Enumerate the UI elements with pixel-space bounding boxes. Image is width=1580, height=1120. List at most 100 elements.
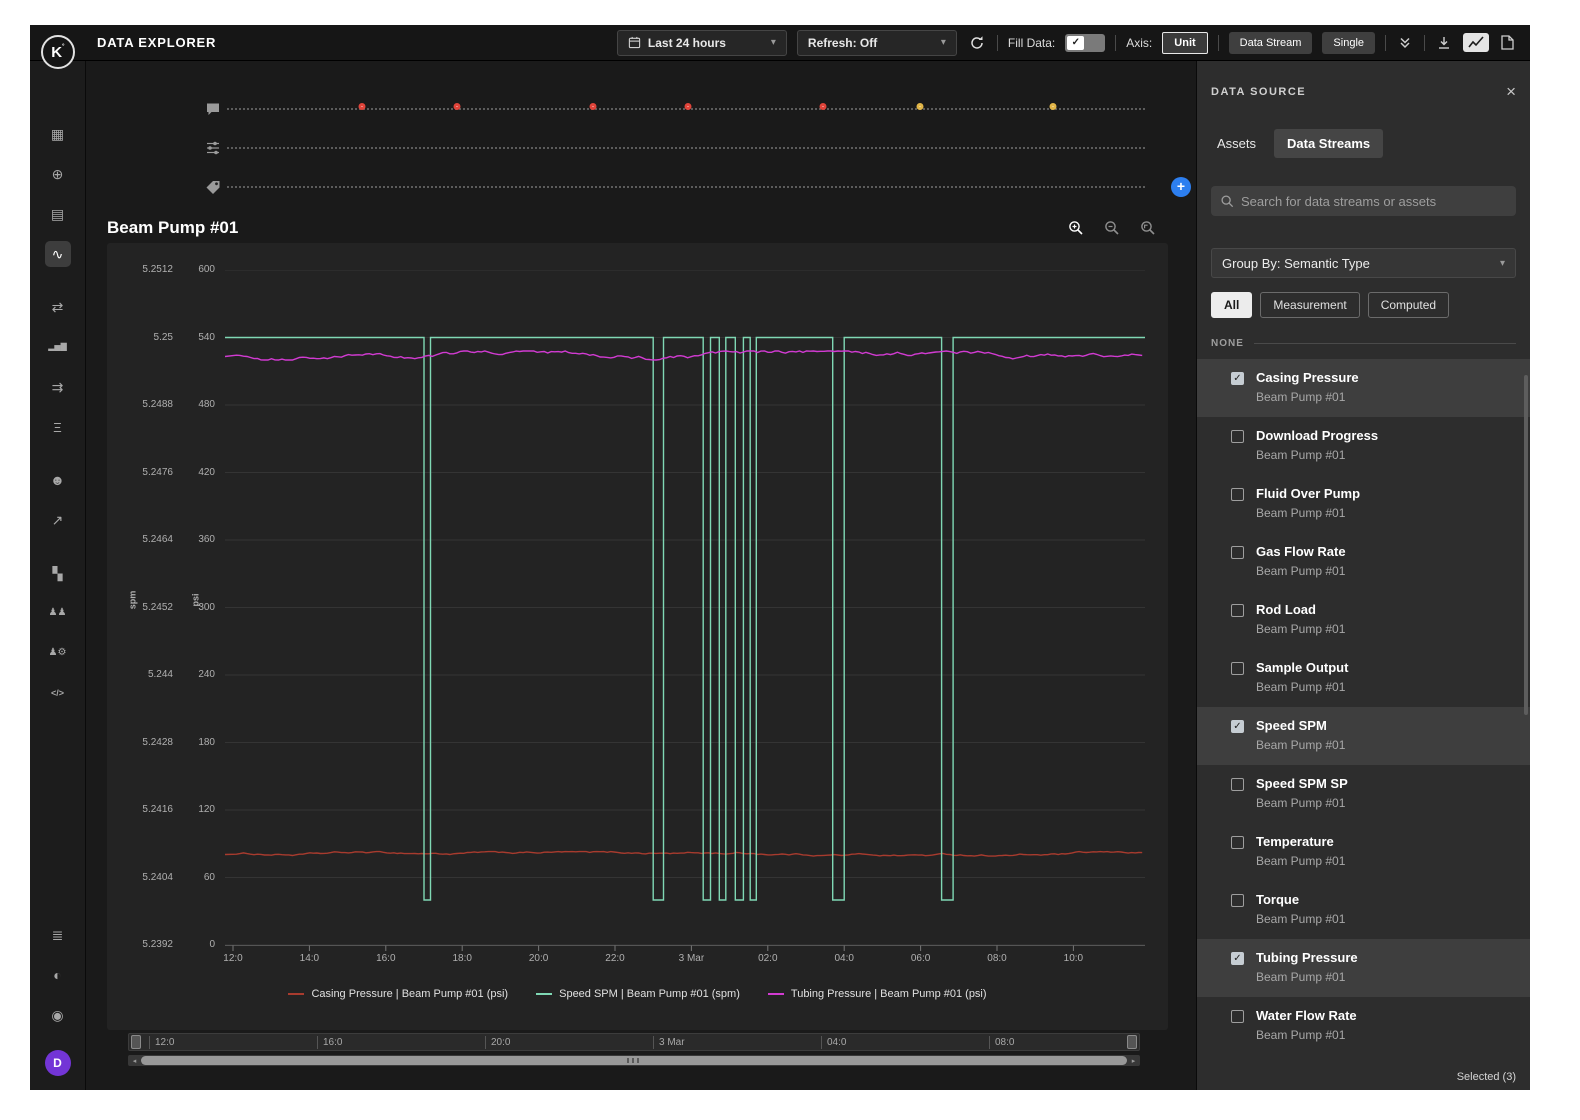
annotation-marker[interactable] bbox=[917, 103, 924, 110]
sidebar-item-code[interactable]: </> bbox=[45, 680, 71, 706]
annotation-lane-control-changes bbox=[205, 128, 1145, 167]
sidebar-item-insights[interactable]: ↗ bbox=[45, 507, 71, 533]
psi-axis-unit: psi bbox=[191, 593, 201, 606]
legend-item[interactable]: Tubing Pressure | Beam Pump #01 (psi) bbox=[768, 988, 987, 1000]
collapse-icon[interactable] bbox=[1396, 34, 1414, 52]
sidebar-item-pipelines[interactable]: ⇉ bbox=[45, 374, 71, 400]
timeline-bar[interactable]: 12:016:020:03 Mar04:008:0 bbox=[128, 1033, 1140, 1051]
scroll-left-icon[interactable]: ◂ bbox=[128, 1057, 141, 1065]
legend-item[interactable]: Speed SPM | Beam Pump #01 (spm) bbox=[536, 988, 740, 1000]
stream-checkbox[interactable] bbox=[1231, 778, 1244, 791]
spm-tick: 5.244 bbox=[117, 669, 173, 680]
stream-asset: Beam Pump #01 bbox=[1256, 506, 1360, 520]
stream-checkbox[interactable]: ✓ bbox=[1231, 372, 1244, 385]
stream-item[interactable]: ✓Tubing PressureBeam Pump #01 bbox=[1197, 939, 1530, 997]
stream-asset: Beam Pump #01 bbox=[1256, 680, 1348, 694]
fill-data-toggle[interactable]: ✓ bbox=[1065, 34, 1105, 52]
annotation-marker[interactable] bbox=[454, 103, 461, 110]
annotation-marker[interactable] bbox=[684, 103, 691, 110]
stream-item[interactable]: TemperatureBeam Pump #01 bbox=[1197, 823, 1530, 881]
stream-checkbox[interactable] bbox=[1231, 836, 1244, 849]
trend-toggle-icon[interactable] bbox=[1463, 33, 1489, 52]
legend-swatch bbox=[536, 993, 552, 995]
zoom-out-icon[interactable] bbox=[1102, 218, 1122, 238]
sidebar-item-user-settings[interactable]: ♟⚙ bbox=[45, 640, 71, 666]
filter-all[interactable]: All bbox=[1211, 292, 1252, 318]
sidebar-item-data-explorer[interactable]: ∿ bbox=[45, 241, 71, 267]
panel-scrollbar-thumb[interactable] bbox=[1524, 375, 1528, 715]
sidebar-item-language[interactable]: ◉ bbox=[45, 1002, 71, 1028]
app-window: K˚ DATA EXPLORER Last 24 hours ▾ Refresh… bbox=[30, 25, 1530, 1090]
sidebar-item-dashboards[interactable]: ▚ bbox=[45, 560, 71, 586]
stream-item[interactable]: Rod LoadBeam Pump #01 bbox=[1197, 591, 1530, 649]
sidebar-item-applications[interactable]: ▤ bbox=[45, 201, 71, 227]
close-icon[interactable]: × bbox=[1506, 85, 1516, 99]
report-icon[interactable] bbox=[1499, 33, 1516, 52]
stream-item[interactable]: Download ProgressBeam Pump #01 bbox=[1197, 417, 1530, 475]
add-annotation-button[interactable]: + bbox=[1171, 177, 1191, 197]
stream-checkbox[interactable] bbox=[1231, 430, 1244, 443]
zoom-in-icon[interactable] bbox=[1066, 218, 1086, 238]
annotation-marker[interactable] bbox=[358, 103, 365, 110]
stream-asset: Beam Pump #01 bbox=[1256, 564, 1346, 578]
tab-assets[interactable]: Assets bbox=[1211, 129, 1262, 158]
sidebar-item-globe[interactable]: ⊕ bbox=[45, 161, 71, 187]
user-avatar[interactable]: D bbox=[45, 1050, 71, 1076]
annotation-marker[interactable] bbox=[1050, 103, 1057, 110]
chart-plot[interactable] bbox=[225, 270, 1145, 960]
filter-computed[interactable]: Computed bbox=[1368, 292, 1449, 318]
sliders-icon bbox=[205, 140, 221, 156]
app-title: DATA EXPLORER bbox=[97, 35, 216, 50]
sidebar-item-analytics[interactable]: ▂▅▇ bbox=[45, 334, 71, 360]
refresh-icon[interactable] bbox=[967, 33, 987, 53]
annotation-marker[interactable] bbox=[590, 103, 597, 110]
stream-checkbox[interactable] bbox=[1231, 1010, 1244, 1023]
stream-item[interactable]: Speed SPM SPBeam Pump #01 bbox=[1197, 765, 1530, 823]
stream-item[interactable]: Fluid Over PumpBeam Pump #01 bbox=[1197, 475, 1530, 533]
scroll-right-icon[interactable]: ▸ bbox=[1127, 1057, 1140, 1065]
stream-checkbox[interactable]: ✓ bbox=[1231, 720, 1244, 733]
sidebar-item-smart-apps[interactable]: ☻ bbox=[45, 467, 71, 493]
stream-item[interactable]: TorqueBeam Pump #01 bbox=[1197, 881, 1530, 939]
support-icon: ◐ bbox=[53, 968, 61, 982]
stream-checkbox[interactable] bbox=[1231, 604, 1244, 617]
sidebar-item-documentation[interactable]: ≣ bbox=[45, 922, 71, 948]
sidebar-item-control-change[interactable]: ⇄ bbox=[45, 294, 71, 320]
app-logo[interactable]: K˚ bbox=[41, 35, 75, 69]
stream-item[interactable]: Water Flow RateBeam Pump #01 bbox=[1197, 997, 1530, 1055]
axis-unit-button[interactable]: Unit bbox=[1162, 32, 1207, 54]
annotation-marker[interactable] bbox=[819, 103, 826, 110]
stream-item[interactable]: Sample OutputBeam Pump #01 bbox=[1197, 649, 1530, 707]
time-range-dropdown[interactable]: Last 24 hours ▾ bbox=[617, 30, 787, 56]
psi-tick: 540 bbox=[183, 332, 215, 343]
stream-item[interactable]: ✓Casing PressureBeam Pump #01 bbox=[1197, 359, 1530, 417]
stream-checkbox[interactable] bbox=[1231, 894, 1244, 907]
scrollbar-thumb[interactable] bbox=[141, 1056, 1127, 1065]
timeline-right-handle[interactable] bbox=[1127, 1035, 1137, 1049]
language-icon: ◉ bbox=[51, 1008, 63, 1022]
single-button[interactable]: Single bbox=[1322, 32, 1375, 54]
control-change-icon: ⇄ bbox=[52, 300, 64, 314]
stream-checkbox[interactable] bbox=[1231, 488, 1244, 501]
zoom-reset-icon[interactable] bbox=[1138, 218, 1158, 238]
filter-measurement[interactable]: Measurement bbox=[1260, 292, 1359, 318]
stream-checkbox[interactable] bbox=[1231, 662, 1244, 675]
sidebar-item-connections[interactable]: Ξ bbox=[45, 414, 71, 440]
group-by-select[interactable]: Group By: Semantic Type ▾ bbox=[1211, 248, 1516, 278]
stream-checkbox[interactable]: ✓ bbox=[1231, 952, 1244, 965]
stream-item[interactable]: Gas Flow RateBeam Pump #01 bbox=[1197, 533, 1530, 591]
top-toolbar: DATA EXPLORER Last 24 hours ▾ Refresh: O… bbox=[30, 25, 1530, 61]
sidebar-item-support[interactable]: ◐ bbox=[45, 962, 71, 988]
timeline-left-handle[interactable] bbox=[131, 1035, 141, 1049]
search-input[interactable] bbox=[1241, 194, 1507, 209]
legend-item[interactable]: Casing Pressure | Beam Pump #01 (psi) bbox=[288, 988, 508, 1000]
horizontal-scrollbar[interactable]: ◂ ▸ bbox=[128, 1055, 1140, 1066]
stream-checkbox[interactable] bbox=[1231, 546, 1244, 559]
refresh-dropdown[interactable]: Refresh: Off ▾ bbox=[797, 30, 957, 56]
tab-data-streams[interactable]: Data Streams bbox=[1274, 129, 1383, 158]
download-icon[interactable] bbox=[1435, 34, 1453, 52]
sidebar-item-workspaces[interactable]: ▦ bbox=[45, 121, 71, 147]
stream-item[interactable]: ✓Speed SPMBeam Pump #01 bbox=[1197, 707, 1530, 765]
data-stream-button[interactable]: Data Stream bbox=[1229, 32, 1313, 54]
sidebar-item-users[interactable]: ♟♟ bbox=[45, 600, 71, 626]
